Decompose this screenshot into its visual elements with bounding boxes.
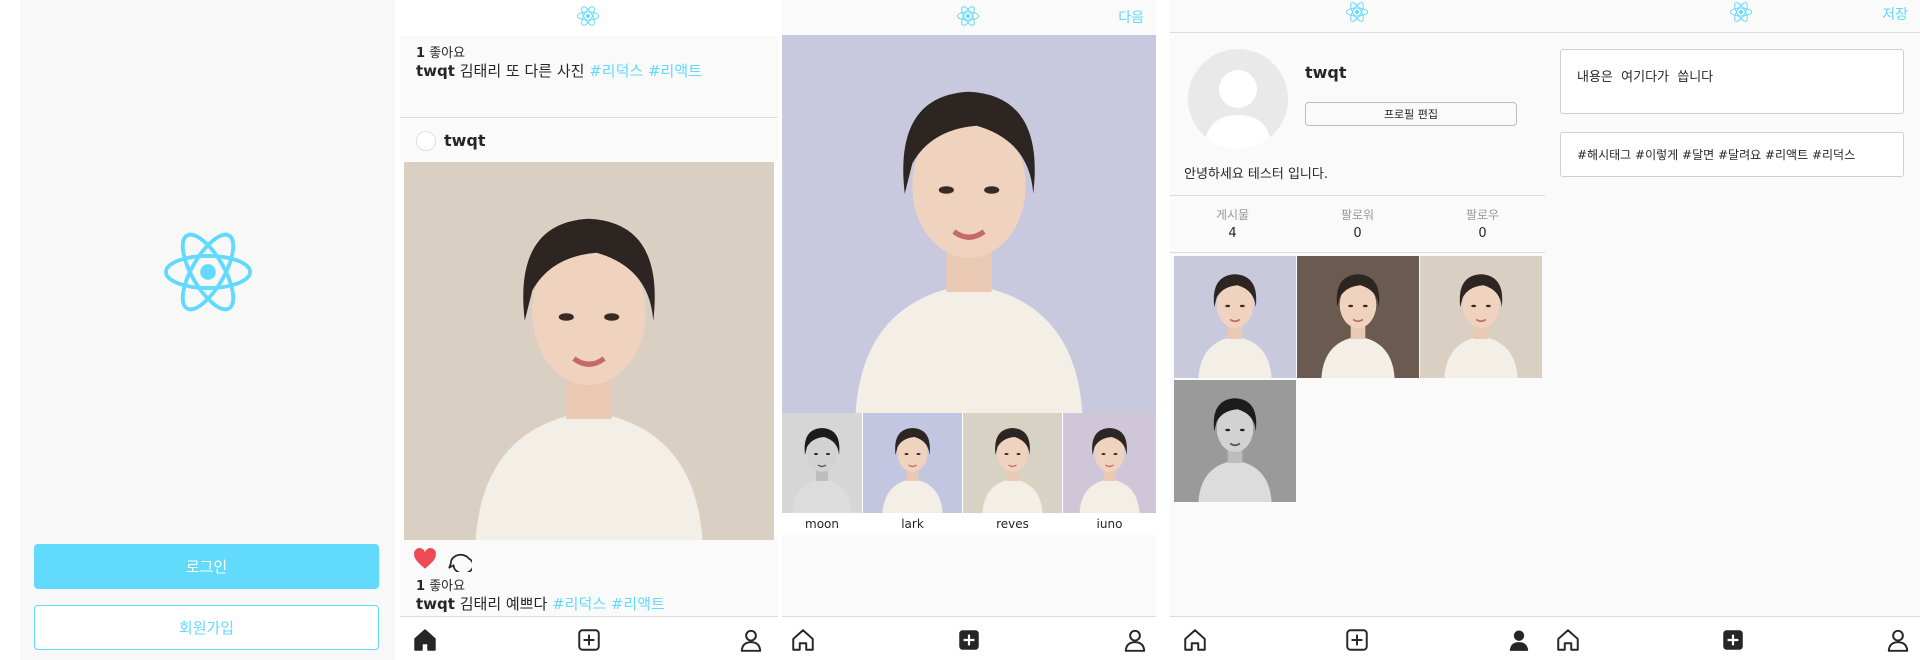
profile-bio: 안녕하세요 테스터 입니다.: [1184, 167, 1328, 182]
react-logo-icon: [1730, 1, 1752, 23]
upload-screen: 다음 moon lark reves iuno: [782, 0, 1156, 660]
bottom-nav: [400, 616, 778, 660]
likes-label: 좋아요: [429, 579, 466, 594]
post-username[interactable]: twqt: [444, 131, 486, 150]
post-actions: 1 좋아요 twqt 김태리 예쁘다 #리덕스 #리액트: [400, 540, 778, 624]
filter-option[interactable]: moon: [782, 413, 862, 535]
likes-count: 1 좋아요: [416, 575, 465, 594]
stat-label: 게시물: [1215, 208, 1250, 222]
hashtag-text: #해시태그 #이렇게 #달면 #달려요 #리액트 #리덕스: [1577, 148, 1856, 162]
add-post-icon[interactable]: [576, 627, 602, 653]
stat-label: 팔로우: [1465, 208, 1500, 222]
profile-username: twqt: [1305, 63, 1347, 82]
edit-profile-button[interactable]: 프로필 편집: [1305, 102, 1517, 126]
heart-icon[interactable]: [412, 546, 438, 572]
profile-icon[interactable]: [1885, 627, 1911, 653]
filter-label: reves: [996, 517, 1029, 531]
default-avatar-icon: [1204, 70, 1272, 149]
likes-count: 1 좋아요: [416, 42, 465, 61]
likes-label: 좋아요: [429, 46, 466, 61]
react-logo-icon: [1346, 1, 1368, 23]
home-icon[interactable]: [412, 627, 438, 653]
caption-username[interactable]: twqt: [416, 595, 455, 613]
filter-preview: [782, 413, 862, 513]
filter-label: lark: [901, 517, 924, 531]
filter-preview: [863, 413, 962, 513]
filter-option[interactable]: iuno: [1063, 413, 1156, 535]
stat-following[interactable]: 팔로우 0: [1420, 206, 1545, 241]
profile-icon[interactable]: [1122, 627, 1148, 653]
avatar[interactable]: [416, 131, 436, 151]
stat-value: 0: [1478, 226, 1487, 241]
filter-option[interactable]: lark: [863, 413, 962, 535]
likes-number: 1: [416, 579, 426, 594]
filter-preview: [1063, 413, 1156, 513]
save-button[interactable]: 저장: [1882, 4, 1908, 24]
filter-preview: [963, 413, 1062, 513]
comment-icon[interactable]: [446, 546, 472, 572]
feed-screen: 1 좋아요 twqt 김태리 또 다른 사진 #리덕스 #리액트 twqt 1 …: [400, 0, 778, 660]
grid-thumbnail[interactable]: [1297, 256, 1419, 378]
hashtag-input[interactable]: #해시태그 #이렇게 #달면 #달려요 #리액트 #리덕스: [1560, 132, 1904, 177]
hashtag[interactable]: #리덕스: [589, 62, 643, 80]
bottom-nav: [782, 616, 1156, 660]
grid-thumbnail[interactable]: [1420, 256, 1542, 378]
bottom-nav: [1170, 616, 1545, 660]
home-icon[interactable]: [1555, 627, 1581, 653]
next-button[interactable]: 다음: [1118, 7, 1144, 27]
profile-photo-grid: [1170, 256, 1545, 506]
splash-screen: 로그인 회원가입: [20, 0, 395, 660]
bottom-nav: [1545, 616, 1920, 660]
caption-text: 김태리 예쁘다: [459, 595, 548, 613]
grid-thumbnail[interactable]: [1174, 256, 1296, 378]
add-post-icon[interactable]: [1344, 627, 1370, 653]
hashtag[interactable]: #리덕스: [552, 595, 606, 613]
profile-stats: 게시물 4 팔로워 0 팔로우 0: [1170, 195, 1545, 253]
filter-label: moon: [805, 517, 839, 531]
header-divider: [1545, 32, 1920, 33]
write-post-screen: 저장 내용은 여기다가 씁니다 #해시태그 #이렇게 #달면 #달려요 #리액트…: [1545, 0, 1920, 660]
filter-label: iuno: [1096, 517, 1123, 531]
hashtag[interactable]: #리액트: [648, 62, 702, 80]
feed-top-post-footer: 1 좋아요 twqt 김태리 또 다른 사진 #리덕스 #리액트: [400, 36, 778, 118]
post-header: twqt: [400, 119, 778, 161]
header-divider: [1170, 32, 1545, 33]
filter-strip: moon lark reves iuno: [782, 413, 1156, 535]
login-button[interactable]: 로그인: [34, 544, 379, 589]
react-logo-icon: [577, 5, 599, 27]
add-post-icon[interactable]: [1720, 627, 1746, 653]
profile-avatar[interactable]: [1188, 49, 1288, 149]
stat-value: 4: [1228, 226, 1237, 241]
caption-username[interactable]: twqt: [416, 62, 455, 80]
post-caption: twqt 김태리 예쁘다 #리덕스 #리액트: [416, 593, 665, 614]
home-icon[interactable]: [790, 627, 816, 653]
post-image: [404, 162, 774, 540]
content-textarea[interactable]: 내용은 여기다가 씁니다: [1560, 49, 1904, 114]
hashtag[interactable]: #리액트: [611, 595, 665, 613]
stat-posts[interactable]: 게시물 4: [1170, 206, 1295, 241]
filter-option[interactable]: reves: [963, 413, 1062, 535]
stat-value: 0: [1353, 226, 1362, 241]
profile-icon[interactable]: [1506, 627, 1532, 653]
react-logo-icon: [164, 228, 252, 316]
likes-number: 1: [416, 46, 426, 61]
post-caption: twqt 김태리 또 다른 사진 #리덕스 #리액트: [416, 60, 702, 81]
stat-label: 팔로워: [1340, 208, 1375, 222]
stat-followers[interactable]: 팔로워 0: [1295, 206, 1420, 241]
selected-photo: [782, 35, 1156, 413]
react-logo-icon: [957, 5, 979, 27]
add-post-icon[interactable]: [956, 627, 982, 653]
profile-icon[interactable]: [738, 627, 764, 653]
signup-button[interactable]: 회원가입: [34, 605, 379, 650]
content-text: 내용은 여기다가 씁니다: [1577, 70, 1714, 85]
home-icon[interactable]: [1182, 627, 1208, 653]
grid-thumbnail[interactable]: [1174, 380, 1296, 502]
caption-text: 김태리 또 다른 사진: [459, 62, 585, 80]
profile-screen: twqt 프로필 편집 안녕하세요 테스터 입니다. 게시물 4 팔로워 0 팔…: [1170, 0, 1545, 660]
